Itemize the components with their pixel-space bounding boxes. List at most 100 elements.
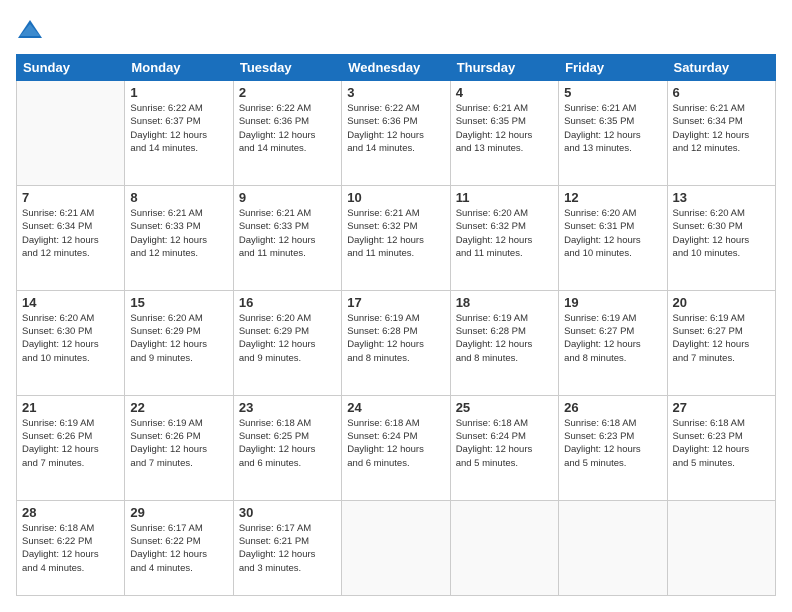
day-number: 22 — [130, 400, 227, 415]
day-info: Sunrise: 6:20 AM Sunset: 6:29 PM Dayligh… — [130, 312, 227, 365]
calendar-day-cell: 6 Sunrise: 6:21 AM Sunset: 6:34 PM Daylig… — [667, 81, 775, 186]
calendar-day-cell: 24Sunrise: 6:18 AM Sunset: 6:24 PM Dayli… — [342, 395, 450, 500]
calendar-empty-cell — [667, 500, 775, 595]
calendar-day-cell: 2 Sunrise: 6:22 AM Sunset: 6:36 PM Daylig… — [233, 81, 341, 186]
day-number: 30 — [239, 505, 336, 520]
day-number: 6 — [673, 85, 770, 100]
day-number: 7 — [22, 190, 119, 205]
day-number: 9 — [239, 190, 336, 205]
weekday-header-wednesday: Wednesday — [342, 55, 450, 81]
day-info: Sunrise: 6:20 AM Sunset: 6:30 PM Dayligh… — [673, 207, 770, 260]
day-number: 23 — [239, 400, 336, 415]
weekday-header-friday: Friday — [559, 55, 667, 81]
calendar-day-cell: 4 Sunrise: 6:21 AM Sunset: 6:35 PM Daylig… — [450, 81, 558, 186]
calendar-day-cell: 20 Sunrise: 6:19 AM Sunset: 6:27 PM Dayli… — [667, 290, 775, 395]
day-number: 13 — [673, 190, 770, 205]
calendar-day-cell: 29 Sunrise: 6:17 AM Sunset: 6:22 PM Dayli… — [125, 500, 233, 595]
day-info: Sunrise: 6:18 AM Sunset: 6:25 PM Dayligh… — [239, 417, 336, 470]
calendar-day-cell: 26 Sunrise: 6:18 AM Sunset: 6:23 PM Dayli… — [559, 395, 667, 500]
day-info: Sunrise: 6:20 AM Sunset: 6:29 PM Dayligh… — [239, 312, 336, 365]
day-info: Sunrise: 6:19 AM Sunset: 6:26 PM Dayligh… — [22, 417, 119, 470]
day-number: 2 — [239, 85, 336, 100]
calendar-table: SundayMondayTuesdayWednesdayThursdayFrid… — [16, 54, 776, 596]
calendar-week-row: 1 Sunrise: 6:22 AM Sunset: 6:37 PM Daylig… — [17, 81, 776, 186]
calendar-day-cell: 5 Sunrise: 6:21 AM Sunset: 6:35 PM Daylig… — [559, 81, 667, 186]
day-number: 21 — [22, 400, 119, 415]
day-number: 19 — [564, 295, 661, 310]
header — [16, 16, 776, 44]
calendar-day-cell: 22 Sunrise: 6:19 AM Sunset: 6:26 PM Dayli… — [125, 395, 233, 500]
day-info: Sunrise: 6:19 AM Sunset: 6:27 PM Dayligh… — [673, 312, 770, 365]
weekday-header-tuesday: Tuesday — [233, 55, 341, 81]
weekday-header-saturday: Saturday — [667, 55, 775, 81]
calendar-day-cell: 3 Sunrise: 6:22 AM Sunset: 6:36 PM Daylig… — [342, 81, 450, 186]
day-info: Sunrise: 6:19 AM Sunset: 6:27 PM Dayligh… — [564, 312, 661, 365]
calendar-day-cell: 18 Sunrise: 6:19 AM Sunset: 6:28 PM Dayli… — [450, 290, 558, 395]
day-number: 4 — [456, 85, 553, 100]
day-info: Sunrise: 6:20 AM Sunset: 6:32 PM Dayligh… — [456, 207, 553, 260]
calendar-day-cell: 11 Sunrise: 6:20 AM Sunset: 6:32 PM Dayli… — [450, 185, 558, 290]
calendar-empty-cell — [559, 500, 667, 595]
day-info: Sunrise: 6:18 AM Sunset: 6:23 PM Dayligh… — [673, 417, 770, 470]
calendar-day-cell: 21 Sunrise: 6:19 AM Sunset: 6:26 PM Dayli… — [17, 395, 125, 500]
calendar-week-row: 7 Sunrise: 6:21 AM Sunset: 6:34 PM Daylig… — [17, 185, 776, 290]
day-info: Sunrise: 6:22 AM Sunset: 6:36 PM Dayligh… — [347, 102, 444, 155]
day-number: 5 — [564, 85, 661, 100]
calendar-day-cell: 13 Sunrise: 6:20 AM Sunset: 6:30 PM Dayli… — [667, 185, 775, 290]
calendar-day-cell: 16 Sunrise: 6:20 AM Sunset: 6:29 PM Dayli… — [233, 290, 341, 395]
day-info: Sunrise: 6:22 AM Sunset: 6:37 PM Dayligh… — [130, 102, 227, 155]
day-info: Sunrise: 6:21 AM Sunset: 6:33 PM Dayligh… — [130, 207, 227, 260]
day-info: Sunrise: 6:19 AM Sunset: 6:28 PM Dayligh… — [456, 312, 553, 365]
day-info: Sunrise: 6:19 AM Sunset: 6:26 PM Dayligh… — [130, 417, 227, 470]
day-number: 1 — [130, 85, 227, 100]
calendar-day-cell: 28Sunrise: 6:18 AM Sunset: 6:22 PM Dayli… — [17, 500, 125, 595]
day-info: Sunrise: 6:22 AM Sunset: 6:36 PM Dayligh… — [239, 102, 336, 155]
day-info: Sunrise: 6:17 AM Sunset: 6:22 PM Dayligh… — [130, 522, 227, 575]
day-number: 3 — [347, 85, 444, 100]
day-number: 16 — [239, 295, 336, 310]
day-info: Sunrise: 6:20 AM Sunset: 6:30 PM Dayligh… — [22, 312, 119, 365]
calendar-day-cell: 19 Sunrise: 6:19 AM Sunset: 6:27 PM Dayli… — [559, 290, 667, 395]
calendar-day-cell: 10Sunrise: 6:21 AM Sunset: 6:32 PM Dayli… — [342, 185, 450, 290]
day-number: 14 — [22, 295, 119, 310]
logo-icon — [16, 16, 44, 44]
weekday-header-row: SundayMondayTuesdayWednesdayThursdayFrid… — [17, 55, 776, 81]
day-info: Sunrise: 6:18 AM Sunset: 6:24 PM Dayligh… — [456, 417, 553, 470]
calendar-day-cell: 14 Sunrise: 6:20 AM Sunset: 6:30 PM Dayli… — [17, 290, 125, 395]
weekday-header-sunday: Sunday — [17, 55, 125, 81]
day-number: 24 — [347, 400, 444, 415]
day-info: Sunrise: 6:21 AM Sunset: 6:35 PM Dayligh… — [564, 102, 661, 155]
day-info: Sunrise: 6:21 AM Sunset: 6:35 PM Dayligh… — [456, 102, 553, 155]
day-info: Sunrise: 6:18 AM Sunset: 6:22 PM Dayligh… — [22, 522, 119, 575]
day-number: 17 — [347, 295, 444, 310]
day-info: Sunrise: 6:21 AM Sunset: 6:32 PM Dayligh… — [347, 207, 444, 260]
page: SundayMondayTuesdayWednesdayThursdayFrid… — [0, 0, 792, 612]
day-info: Sunrise: 6:21 AM Sunset: 6:33 PM Dayligh… — [239, 207, 336, 260]
calendar-week-row: 21 Sunrise: 6:19 AM Sunset: 6:26 PM Dayli… — [17, 395, 776, 500]
calendar-day-cell: 1 Sunrise: 6:22 AM Sunset: 6:37 PM Daylig… — [125, 81, 233, 186]
day-number: 11 — [456, 190, 553, 205]
day-number: 25 — [456, 400, 553, 415]
day-number: 26 — [564, 400, 661, 415]
calendar-day-cell: 27Sunrise: 6:18 AM Sunset: 6:23 PM Dayli… — [667, 395, 775, 500]
day-info: Sunrise: 6:21 AM Sunset: 6:34 PM Dayligh… — [673, 102, 770, 155]
calendar-day-cell: 7 Sunrise: 6:21 AM Sunset: 6:34 PM Daylig… — [17, 185, 125, 290]
day-number: 8 — [130, 190, 227, 205]
calendar-day-cell: 25 Sunrise: 6:18 AM Sunset: 6:24 PM Dayli… — [450, 395, 558, 500]
calendar-day-cell: 8 Sunrise: 6:21 AM Sunset: 6:33 PM Daylig… — [125, 185, 233, 290]
day-number: 20 — [673, 295, 770, 310]
logo — [16, 16, 48, 44]
calendar-empty-cell — [17, 81, 125, 186]
day-info: Sunrise: 6:20 AM Sunset: 6:31 PM Dayligh… — [564, 207, 661, 260]
day-info: Sunrise: 6:18 AM Sunset: 6:23 PM Dayligh… — [564, 417, 661, 470]
calendar-empty-cell — [342, 500, 450, 595]
day-info: Sunrise: 6:17 AM Sunset: 6:21 PM Dayligh… — [239, 522, 336, 575]
day-info: Sunrise: 6:21 AM Sunset: 6:34 PM Dayligh… — [22, 207, 119, 260]
calendar-week-row: 14 Sunrise: 6:20 AM Sunset: 6:30 PM Dayli… — [17, 290, 776, 395]
calendar-week-row: 28Sunrise: 6:18 AM Sunset: 6:22 PM Dayli… — [17, 500, 776, 595]
day-number: 15 — [130, 295, 227, 310]
day-number: 29 — [130, 505, 227, 520]
weekday-header-thursday: Thursday — [450, 55, 558, 81]
day-info: Sunrise: 6:19 AM Sunset: 6:28 PM Dayligh… — [347, 312, 444, 365]
day-number: 18 — [456, 295, 553, 310]
